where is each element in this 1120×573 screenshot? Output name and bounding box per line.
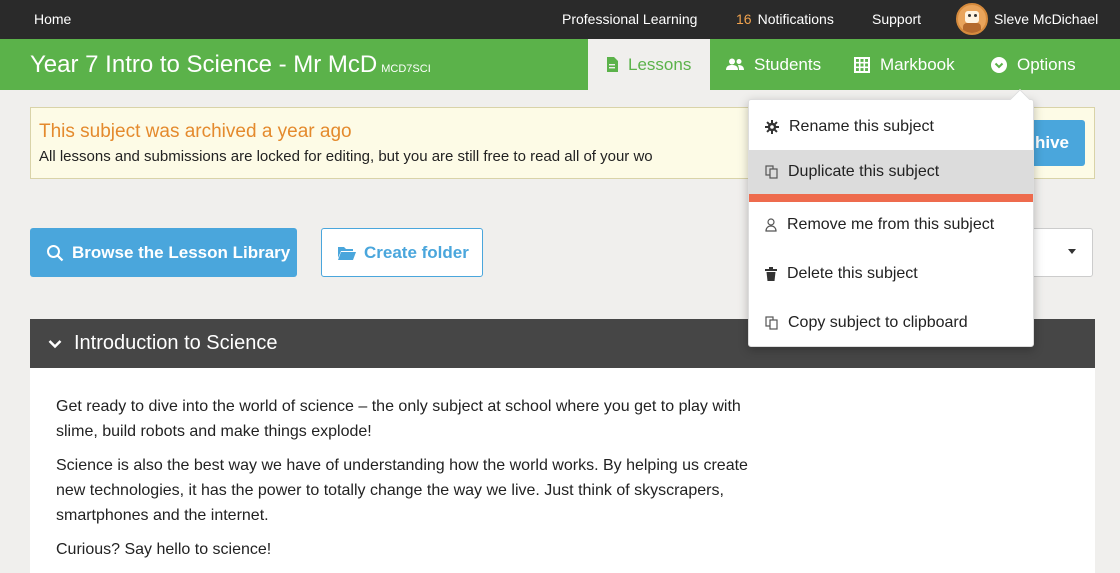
notifications-label: Notifications (757, 11, 834, 27)
user-name: Sleve McDichael (994, 11, 1099, 27)
section-paragraph: Science is also the best way we have of … (56, 457, 748, 524)
document-icon (607, 57, 618, 72)
tab-students[interactable]: Students (726, 39, 821, 90)
support-link[interactable]: Support (872, 11, 921, 27)
section-paragraph: Curious? Say hello to science! (56, 541, 272, 558)
search-icon (47, 244, 64, 261)
menu-item-label: Delete this subject (787, 264, 918, 282)
tab-students-label: Students (754, 54, 822, 74)
menu-item-copy-clipboard[interactable]: Copy subject to clipboard (749, 298, 1033, 347)
create-folder-label: Create folder (364, 242, 469, 262)
unarchive-button-label: hive (1034, 133, 1069, 152)
subject-title-text: Year 7 Intro to Science - Mr McD (30, 51, 378, 78)
notifications-count: 16 (736, 11, 752, 27)
section-paragraph: Get ready to dive into the world of scie… (56, 398, 741, 440)
copy-icon (765, 315, 778, 330)
menu-item-remove-me[interactable]: Remove me from this subject (749, 200, 1033, 249)
tab-options[interactable]: Options (991, 39, 1076, 90)
archive-notice-heading: This subject was archived a year ago (39, 121, 352, 142)
tab-options-label: Options (1017, 54, 1076, 74)
subject-title: Year 7 Intro to Science - Mr McD MCD7SCI (30, 51, 431, 79)
menu-item-delete[interactable]: Delete this subject (749, 249, 1033, 298)
archive-notice-body: All lessons and submissions are locked f… (39, 148, 653, 165)
gear-icon (765, 119, 779, 134)
users-icon (726, 58, 744, 70)
grid-icon (854, 56, 870, 73)
create-folder-button[interactable]: Create folder (321, 228, 483, 277)
notifications-link[interactable]: 16 Notifications (736, 11, 834, 27)
copy-icon (765, 165, 778, 179)
section-title: Introduction to Science (74, 332, 278, 354)
section-body: Get ready to dive into the world of scie… (30, 368, 1095, 573)
subject-code: MCD7SCI (381, 63, 431, 75)
chevron-down-circle-icon (991, 56, 1007, 73)
menu-item-rename[interactable]: Rename this subject (749, 102, 1033, 151)
tab-lessons[interactable]: Lessons (588, 39, 710, 90)
professional-learning-link[interactable]: Professional Learning (562, 11, 697, 27)
tab-markbook[interactable]: Markbook (854, 39, 955, 90)
tab-markbook-label: Markbook (880, 54, 955, 74)
chevron-down-icon (48, 339, 62, 348)
home-link[interactable]: Home (34, 11, 71, 27)
menu-item-label: Duplicate this subject (788, 163, 940, 180)
menu-item-label: Remove me from this subject (787, 215, 995, 233)
top-nav: Home Professional Learning 16 Notificatio… (0, 0, 1120, 39)
folder-open-icon (338, 246, 356, 260)
user-menu[interactable]: Sleve McDichael (956, 3, 1098, 35)
options-menu: Rename this subject Duplicate this subje… (748, 89, 1034, 347)
menu-item-label: Rename this subject (789, 117, 934, 135)
subject-header: Year 7 Intro to Science - Mr McD MCD7SCI … (0, 39, 1120, 90)
person-icon (765, 217, 777, 232)
menu-item-duplicate[interactable]: Duplicate this subject (749, 150, 1033, 202)
caret-down-icon (1068, 249, 1076, 254)
browse-library-button[interactable]: Browse the Lesson Library (30, 228, 297, 277)
avatar (956, 3, 988, 35)
trash-icon (765, 266, 777, 281)
tab-lessons-label: Lessons (628, 54, 692, 74)
menu-item-label: Copy subject to clipboard (788, 313, 968, 331)
browse-library-label: Browse the Lesson Library (72, 242, 291, 262)
